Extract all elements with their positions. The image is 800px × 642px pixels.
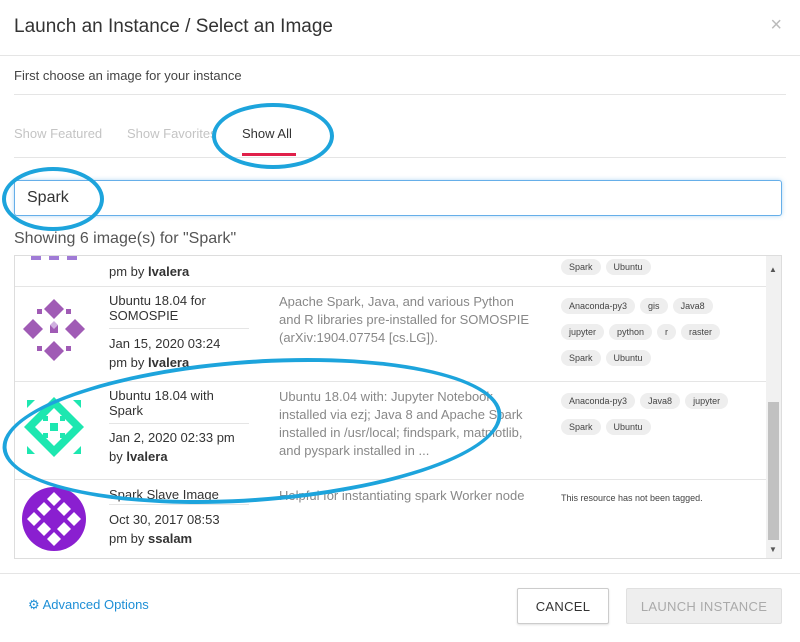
image-avatar <box>23 299 85 361</box>
list-item[interactable]: Ubuntu 18.04 for SOMOSPIE Jan 15, 2020 0… <box>15 287 767 382</box>
image-list: pm by lvalera Spark Ubuntu Ubuntu 18.04 … <box>14 255 782 559</box>
close-icon[interactable]: × <box>770 14 782 37</box>
scrollbar[interactable]: ▲ ▼ <box>766 256 781 558</box>
image-name[interactable]: Ubuntu 18.04 for SOMOSPIE <box>109 293 249 323</box>
image-description: Apache Spark, Java, and various Python a… <box>279 294 529 345</box>
tag[interactable]: jupyter <box>561 324 605 340</box>
image-date: Oct 30, 2017 08:53 pm by ssalam <box>109 512 220 546</box>
modal-header: Launch an Instance / Select an Image × <box>0 0 800 56</box>
tab-show-all[interactable]: Show All <box>242 126 292 141</box>
tag[interactable]: Ubuntu <box>605 350 651 366</box>
advanced-options-label: Advanced Options <box>42 597 149 612</box>
divider <box>14 94 786 95</box>
list-item[interactable]: Ubuntu 18.04 with Spark Jan 2, 2020 02:3… <box>15 382 767 480</box>
divider <box>109 423 249 424</box>
tag[interactable]: Java8 <box>640 393 681 409</box>
tag[interactable]: gis <box>640 298 668 314</box>
tag[interactable]: raster <box>681 324 721 340</box>
tag[interactable]: Anaconda-py3 <box>561 393 636 409</box>
image-name[interactable]: Spark Slave Image <box>109 487 249 502</box>
active-tab-indicator <box>242 153 296 156</box>
image-tabs: Show Featured Show Favorites Show All <box>14 118 786 158</box>
divider <box>0 573 800 574</box>
tab-show-favorites[interactable]: Show Favorites <box>127 126 227 141</box>
no-tags-text: This resource has not been tagged. <box>561 493 703 503</box>
tag[interactable]: python <box>609 324 653 340</box>
divider <box>109 504 249 505</box>
image-avatar <box>31 256 77 260</box>
modal-title: Launch an Instance / Select an Image <box>14 16 333 37</box>
tag[interactable]: Spark <box>561 419 601 435</box>
cancel-button[interactable]: CANCEL <box>517 588 609 624</box>
image-description: Ubuntu 18.04 with: Jupyter Notebook inst… <box>279 389 523 458</box>
divider <box>109 328 249 329</box>
tag[interactable]: Java8 <box>672 298 713 314</box>
scrollbar-thumb[interactable] <box>768 402 779 540</box>
image-tags: Spark Ubuntu <box>561 257 761 283</box>
launch-instance-modal: Launch an Instance / Select an Image × F… <box>0 0 800 642</box>
image-date: Jan 15, 2020 03:24 pm by lvalera <box>109 336 221 370</box>
tab-show-featured[interactable]: Show Featured <box>14 126 102 141</box>
tag[interactable]: Ubuntu <box>605 259 651 275</box>
search-input[interactable] <box>14 180 782 216</box>
image-tags: Anaconda-py3 Java8 jupyter Spark Ubuntu <box>561 391 761 443</box>
launch-instance-button[interactable]: LAUNCH INSTANCE <box>626 588 782 624</box>
gear-icon: ⚙ <box>28 597 40 612</box>
image-avatar <box>22 487 86 551</box>
list-item[interactable]: pm by lvalera Spark Ubuntu <box>15 256 767 287</box>
tag[interactable]: Ubuntu <box>605 419 651 435</box>
tag[interactable]: Spark <box>561 259 601 275</box>
advanced-options-link[interactable]: ⚙ Advanced Options <box>28 597 149 613</box>
list-item[interactable]: Spark Slave Image Oct 30, 2017 08:53 pm … <box>15 480 767 558</box>
scroll-up-arrow-icon[interactable]: ▲ <box>769 265 777 274</box>
tag[interactable]: Anaconda-py3 <box>561 298 636 314</box>
tag[interactable]: r <box>657 324 677 340</box>
results-count: Showing 6 image(s) for "Spark" <box>14 230 237 247</box>
modal-subtitle: First choose an image for your instance <box>14 68 242 83</box>
image-avatar <box>24 397 84 457</box>
image-date: pm by lvalera <box>109 264 190 279</box>
scroll-down-arrow-icon[interactable]: ▼ <box>769 545 777 554</box>
tag[interactable]: Spark <box>561 350 601 366</box>
tag[interactable]: jupyter <box>685 393 729 409</box>
image-date: Jan 2, 2020 02:33 pm by lvalera <box>109 430 235 464</box>
image-description: Helpful for instantiating spark Worker n… <box>279 488 525 503</box>
image-tags: Anaconda-py3 gis Java8 jupyter python r raster… <box>561 296 761 374</box>
image-name[interactable]: Ubuntu 18.04 with Spark <box>109 388 249 418</box>
